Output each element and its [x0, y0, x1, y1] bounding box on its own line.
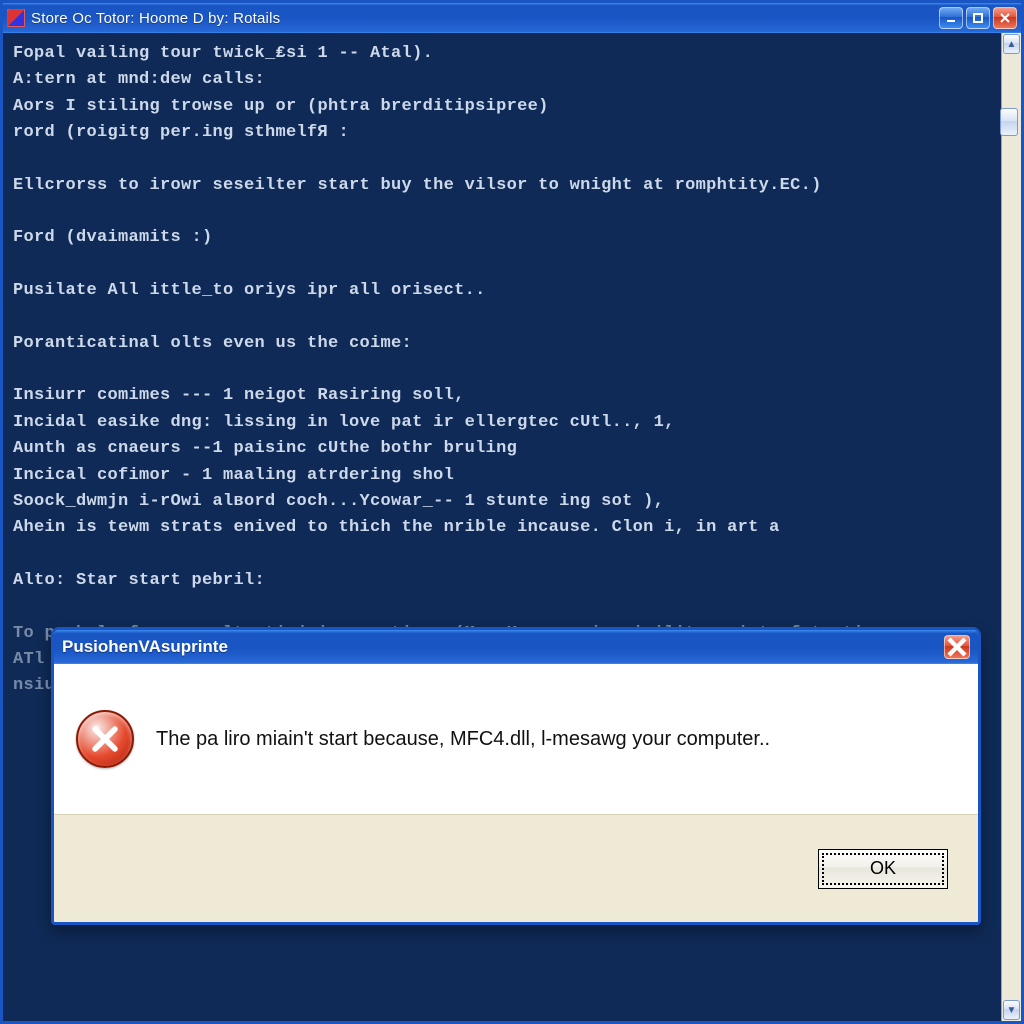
- app-icon: [7, 9, 25, 27]
- error-icon: [76, 710, 134, 768]
- dialog-message: The pa liro miain't start because, MFC4.…: [156, 725, 770, 754]
- dialog-close-button[interactable]: [944, 635, 970, 659]
- dialog-footer: OK: [54, 814, 978, 922]
- maximize-icon: [972, 12, 984, 24]
- window-title: Store Oc Totor: Hoome D by: Rotails: [31, 10, 939, 27]
- close-icon: [999, 12, 1011, 24]
- minimize-button[interactable]: [939, 7, 963, 29]
- error-dialog: PusiohenVAsuprinte The pa liro miain't s…: [51, 627, 981, 925]
- dialog-title: PusiohenVAsuprinte: [62, 637, 228, 657]
- ok-button[interactable]: OK: [818, 849, 948, 889]
- scrollbar-vertical[interactable]: ▲ ▼: [1001, 33, 1021, 1021]
- scroll-up-button[interactable]: ▲: [1003, 34, 1020, 54]
- maximize-button[interactable]: [966, 7, 990, 29]
- main-window: Store Oc Totor: Hoome D by: Rotails Fopa…: [0, 0, 1024, 1024]
- scroll-track[interactable]: [1002, 55, 1021, 999]
- window-controls: [939, 7, 1017, 29]
- close-icon: [945, 635, 969, 659]
- titlebar[interactable]: Store Oc Totor: Hoome D by: Rotails: [3, 3, 1021, 33]
- dialog-body: The pa liro miain't start because, MFC4.…: [54, 664, 978, 814]
- scroll-down-button[interactable]: ▼: [1003, 1000, 1020, 1020]
- close-button[interactable]: [993, 7, 1017, 29]
- dialog-titlebar[interactable]: PusiohenVAsuprinte: [54, 630, 978, 664]
- minimize-icon: [945, 12, 957, 24]
- side-gadget[interactable]: [1000, 108, 1018, 136]
